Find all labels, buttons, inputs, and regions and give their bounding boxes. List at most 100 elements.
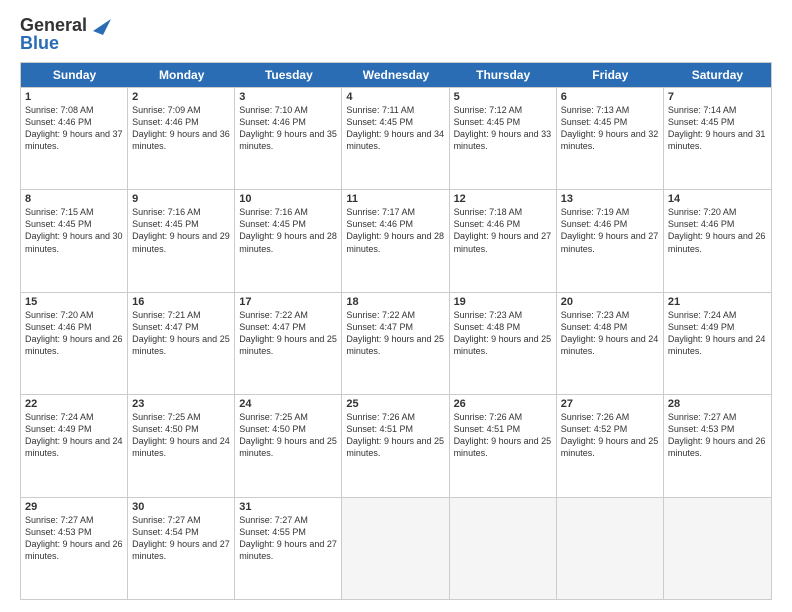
calendar-cell: 16Sunrise: 7:21 AMSunset: 4:47 PMDayligh…: [128, 293, 235, 394]
calendar-row-4: 22Sunrise: 7:24 AMSunset: 4:49 PMDayligh…: [21, 394, 771, 496]
calendar-cell: 20Sunrise: 7:23 AMSunset: 4:48 PMDayligh…: [557, 293, 664, 394]
day-number: 15: [25, 296, 123, 308]
calendar-cell: 23Sunrise: 7:25 AMSunset: 4:50 PMDayligh…: [128, 395, 235, 496]
calendar-cell: 3Sunrise: 7:10 AMSunset: 4:46 PMDaylight…: [235, 88, 342, 189]
cell-info: Sunrise: 7:21 AMSunset: 4:47 PMDaylight:…: [132, 309, 230, 358]
calendar-cell: 26Sunrise: 7:26 AMSunset: 4:51 PMDayligh…: [450, 395, 557, 496]
cell-info: Sunrise: 7:09 AMSunset: 4:46 PMDaylight:…: [132, 104, 230, 153]
cell-info: Sunrise: 7:22 AMSunset: 4:47 PMDaylight:…: [239, 309, 337, 358]
calendar-cell: 17Sunrise: 7:22 AMSunset: 4:47 PMDayligh…: [235, 293, 342, 394]
calendar-cell: 11Sunrise: 7:17 AMSunset: 4:46 PMDayligh…: [342, 190, 449, 291]
day-number: 30: [132, 501, 230, 513]
day-number: 20: [561, 296, 659, 308]
cell-info: Sunrise: 7:14 AMSunset: 4:45 PMDaylight:…: [668, 104, 767, 153]
cell-info: Sunrise: 7:16 AMSunset: 4:45 PMDaylight:…: [239, 206, 337, 255]
calendar-row-2: 8Sunrise: 7:15 AMSunset: 4:45 PMDaylight…: [21, 189, 771, 291]
cell-info: Sunrise: 7:26 AMSunset: 4:52 PMDaylight:…: [561, 411, 659, 460]
calendar-header: SundayMondayTuesdayWednesdayThursdayFrid…: [21, 63, 771, 87]
calendar-cell: [557, 498, 664, 599]
calendar-cell: 13Sunrise: 7:19 AMSunset: 4:46 PMDayligh…: [557, 190, 664, 291]
day-number: 25: [346, 398, 444, 410]
calendar-cell: 9Sunrise: 7:16 AMSunset: 4:45 PMDaylight…: [128, 190, 235, 291]
header-day-saturday: Saturday: [664, 63, 771, 87]
cell-info: Sunrise: 7:15 AMSunset: 4:45 PMDaylight:…: [25, 206, 123, 255]
calendar-cell: 14Sunrise: 7:20 AMSunset: 4:46 PMDayligh…: [664, 190, 771, 291]
cell-info: Sunrise: 7:25 AMSunset: 4:50 PMDaylight:…: [239, 411, 337, 460]
cell-info: Sunrise: 7:17 AMSunset: 4:46 PMDaylight:…: [346, 206, 444, 255]
cell-info: Sunrise: 7:08 AMSunset: 4:46 PMDaylight:…: [25, 104, 123, 153]
day-number: 16: [132, 296, 230, 308]
cell-info: Sunrise: 7:20 AMSunset: 4:46 PMDaylight:…: [25, 309, 123, 358]
day-number: 17: [239, 296, 337, 308]
header-day-friday: Friday: [557, 63, 664, 87]
day-number: 24: [239, 398, 337, 410]
day-number: 9: [132, 193, 230, 205]
day-number: 12: [454, 193, 552, 205]
header-day-monday: Monday: [128, 63, 235, 87]
day-number: 18: [346, 296, 444, 308]
cell-info: Sunrise: 7:27 AMSunset: 4:53 PMDaylight:…: [25, 514, 123, 563]
calendar-cell: 4Sunrise: 7:11 AMSunset: 4:45 PMDaylight…: [342, 88, 449, 189]
header-day-sunday: Sunday: [21, 63, 128, 87]
calendar-cell: [342, 498, 449, 599]
calendar-body: 1Sunrise: 7:08 AMSunset: 4:46 PMDaylight…: [21, 87, 771, 599]
calendar-cell: 25Sunrise: 7:26 AMSunset: 4:51 PMDayligh…: [342, 395, 449, 496]
cell-info: Sunrise: 7:26 AMSunset: 4:51 PMDaylight:…: [454, 411, 552, 460]
cell-info: Sunrise: 7:10 AMSunset: 4:46 PMDaylight:…: [239, 104, 337, 153]
day-number: 6: [561, 91, 659, 103]
calendar-cell: 6Sunrise: 7:13 AMSunset: 4:45 PMDaylight…: [557, 88, 664, 189]
calendar-cell: 29Sunrise: 7:27 AMSunset: 4:53 PMDayligh…: [21, 498, 128, 599]
calendar-cell: [664, 498, 771, 599]
calendar-row-5: 29Sunrise: 7:27 AMSunset: 4:53 PMDayligh…: [21, 497, 771, 599]
calendar-cell: 22Sunrise: 7:24 AMSunset: 4:49 PMDayligh…: [21, 395, 128, 496]
calendar-cell: 5Sunrise: 7:12 AMSunset: 4:45 PMDaylight…: [450, 88, 557, 189]
calendar-row-3: 15Sunrise: 7:20 AMSunset: 4:46 PMDayligh…: [21, 292, 771, 394]
logo: General Blue: [20, 16, 111, 54]
cell-info: Sunrise: 7:13 AMSunset: 4:45 PMDaylight:…: [561, 104, 659, 153]
calendar-cell: 19Sunrise: 7:23 AMSunset: 4:48 PMDayligh…: [450, 293, 557, 394]
calendar-cell: 27Sunrise: 7:26 AMSunset: 4:52 PMDayligh…: [557, 395, 664, 496]
page: General Blue SundayMondayTuesdayWednesda…: [0, 0, 792, 612]
cell-info: Sunrise: 7:19 AMSunset: 4:46 PMDaylight:…: [561, 206, 659, 255]
day-number: 26: [454, 398, 552, 410]
cell-info: Sunrise: 7:12 AMSunset: 4:45 PMDaylight:…: [454, 104, 552, 153]
cell-info: Sunrise: 7:24 AMSunset: 4:49 PMDaylight:…: [25, 411, 123, 460]
calendar-cell: [450, 498, 557, 599]
day-number: 29: [25, 501, 123, 513]
calendar-cell: 12Sunrise: 7:18 AMSunset: 4:46 PMDayligh…: [450, 190, 557, 291]
cell-info: Sunrise: 7:11 AMSunset: 4:45 PMDaylight:…: [346, 104, 444, 153]
cell-info: Sunrise: 7:27 AMSunset: 4:54 PMDaylight:…: [132, 514, 230, 563]
header-day-thursday: Thursday: [450, 63, 557, 87]
day-number: 21: [668, 296, 767, 308]
cell-info: Sunrise: 7:27 AMSunset: 4:53 PMDaylight:…: [668, 411, 767, 460]
day-number: 27: [561, 398, 659, 410]
logo-blue: Blue: [20, 34, 59, 54]
day-number: 11: [346, 193, 444, 205]
calendar-cell: 18Sunrise: 7:22 AMSunset: 4:47 PMDayligh…: [342, 293, 449, 394]
calendar-cell: 2Sunrise: 7:09 AMSunset: 4:46 PMDaylight…: [128, 88, 235, 189]
calendar-cell: 10Sunrise: 7:16 AMSunset: 4:45 PMDayligh…: [235, 190, 342, 291]
calendar-cell: 24Sunrise: 7:25 AMSunset: 4:50 PMDayligh…: [235, 395, 342, 496]
cell-info: Sunrise: 7:24 AMSunset: 4:49 PMDaylight:…: [668, 309, 767, 358]
day-number: 5: [454, 91, 552, 103]
calendar-cell: 31Sunrise: 7:27 AMSunset: 4:55 PMDayligh…: [235, 498, 342, 599]
day-number: 22: [25, 398, 123, 410]
day-number: 14: [668, 193, 767, 205]
calendar-cell: 28Sunrise: 7:27 AMSunset: 4:53 PMDayligh…: [664, 395, 771, 496]
day-number: 19: [454, 296, 552, 308]
day-number: 28: [668, 398, 767, 410]
cell-info: Sunrise: 7:26 AMSunset: 4:51 PMDaylight:…: [346, 411, 444, 460]
day-number: 8: [25, 193, 123, 205]
header: General Blue: [20, 16, 772, 54]
calendar-cell: 15Sunrise: 7:20 AMSunset: 4:46 PMDayligh…: [21, 293, 128, 394]
header-day-tuesday: Tuesday: [235, 63, 342, 87]
day-number: 31: [239, 501, 337, 513]
cell-info: Sunrise: 7:23 AMSunset: 4:48 PMDaylight:…: [454, 309, 552, 358]
calendar-cell: 21Sunrise: 7:24 AMSunset: 4:49 PMDayligh…: [664, 293, 771, 394]
calendar: SundayMondayTuesdayWednesdayThursdayFrid…: [20, 62, 772, 600]
calendar-cell: 30Sunrise: 7:27 AMSunset: 4:54 PMDayligh…: [128, 498, 235, 599]
cell-info: Sunrise: 7:18 AMSunset: 4:46 PMDaylight:…: [454, 206, 552, 255]
logo-wing-icon: [89, 17, 111, 35]
day-number: 3: [239, 91, 337, 103]
cell-info: Sunrise: 7:16 AMSunset: 4:45 PMDaylight:…: [132, 206, 230, 255]
